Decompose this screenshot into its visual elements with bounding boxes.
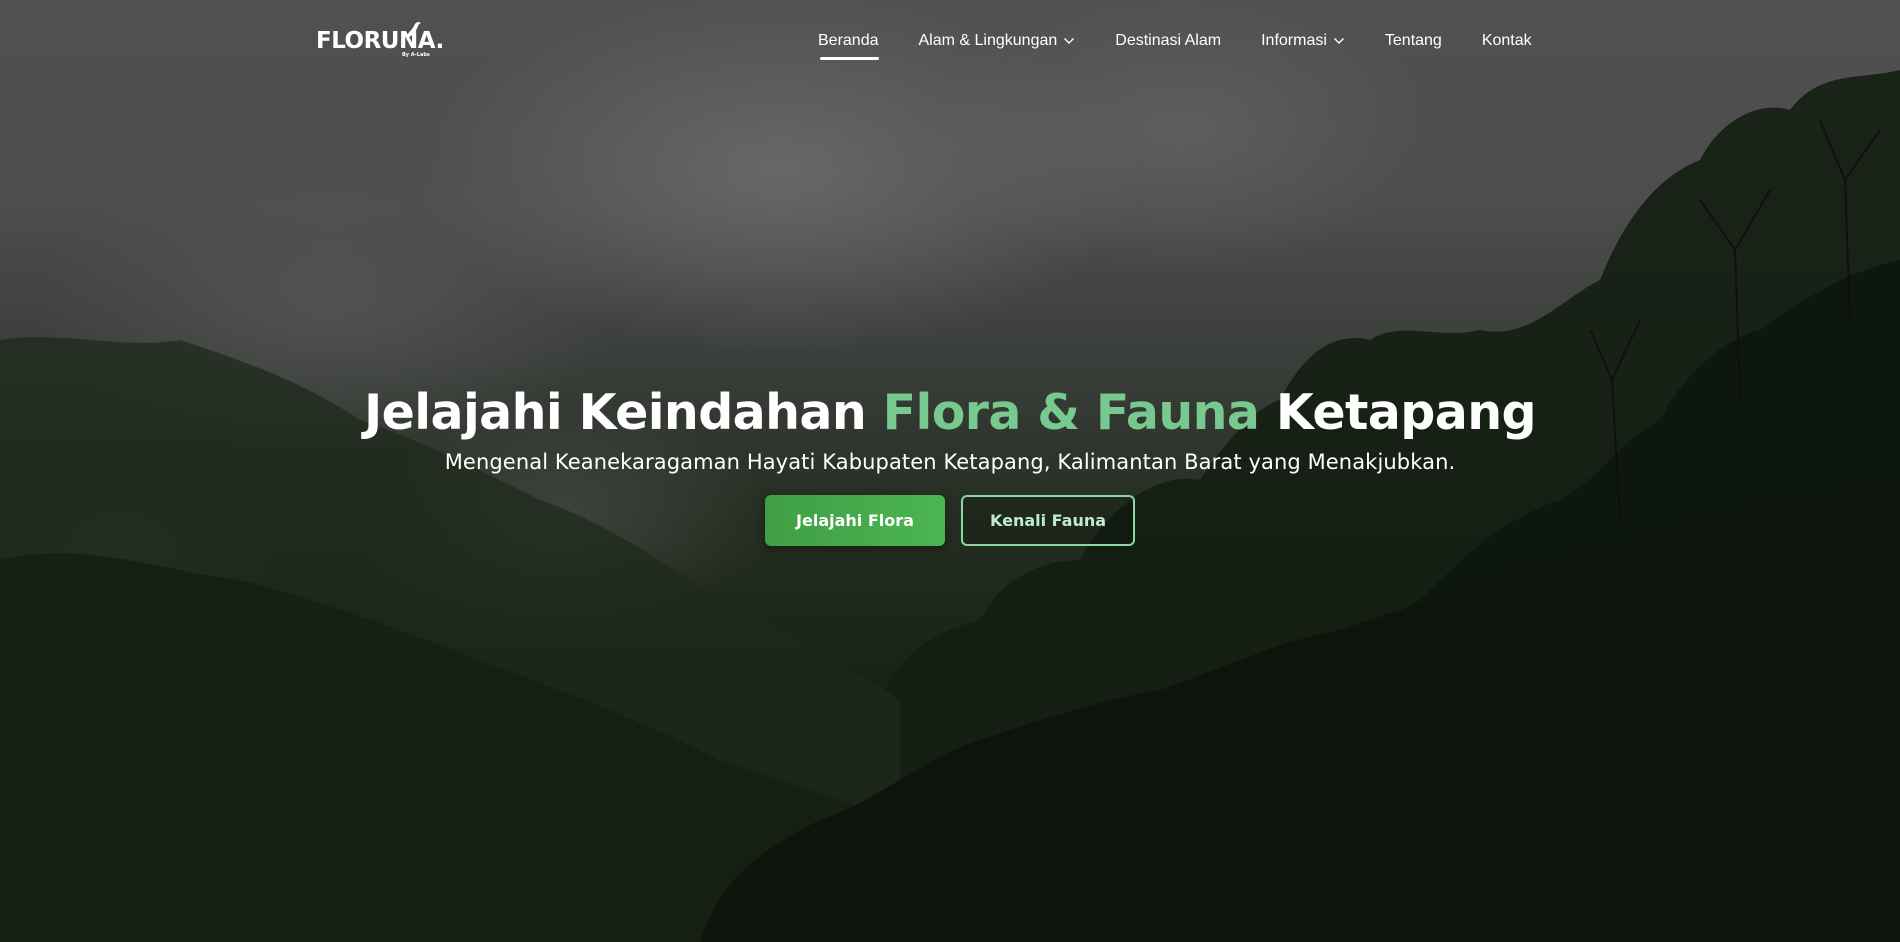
navbar: FLORUNA. By A-Labs Beranda Alam & Lingku…: [0, 0, 1900, 80]
nav-item-tentang[interactable]: Tentang: [1385, 32, 1442, 50]
hero-title: Jelajahi Keindahan Flora & Fauna Ketapan…: [0, 380, 1900, 446]
nav-item-beranda[interactable]: Beranda: [818, 32, 879, 60]
hero-subtitle: Mengenal Keanekaragaman Hayati Kabupaten…: [444, 450, 1456, 474]
know-fauna-button[interactable]: Kenali Fauna: [961, 495, 1135, 546]
nav-item-alam-lingkungan[interactable]: Alam & Lingkungan: [919, 32, 1076, 50]
nav-item-label: Destinasi Alam: [1115, 32, 1222, 49]
brand-name: FLORUNA.: [316, 28, 444, 54]
bird-icon: [406, 22, 421, 38]
brand-logo[interactable]: FLORUNA. By A-Labs: [316, 20, 444, 60]
nav-item-kontak[interactable]: Kontak: [1482, 32, 1532, 50]
hero-title-accent: Flora & Fauna: [882, 384, 1260, 441]
hero-title-part1: Jelajahi Keindahan: [364, 384, 883, 441]
hero-actions: Jelajahi Flora Kenali Fauna: [0, 495, 1900, 546]
hero-title-part2: Ketapang: [1259, 384, 1537, 441]
nav-item-informasi[interactable]: Informasi: [1261, 32, 1345, 50]
nav-item-destinasi-alam[interactable]: Destinasi Alam: [1115, 32, 1221, 50]
nav-item-label: Beranda: [818, 32, 879, 49]
explore-flora-button[interactable]: Jelajahi Flora: [765, 495, 945, 546]
nav-item-label: Informasi: [1261, 32, 1327, 49]
hero-section: Jelajahi Keindahan Flora & Fauna Ketapan…: [0, 380, 1900, 546]
nav-item-label: Tentang: [1384, 32, 1442, 49]
brand-tagline: By A-Labs: [402, 52, 430, 58]
main-nav: Beranda Alam & Lingkungan Destinasi Alam…: [818, 29, 1532, 60]
chevron-down-icon: [1064, 38, 1075, 44]
nav-item-label: Alam & Lingkungan: [918, 32, 1058, 49]
chevron-down-icon: [1333, 38, 1344, 44]
nav-item-label: Kontak: [1481, 32, 1532, 49]
